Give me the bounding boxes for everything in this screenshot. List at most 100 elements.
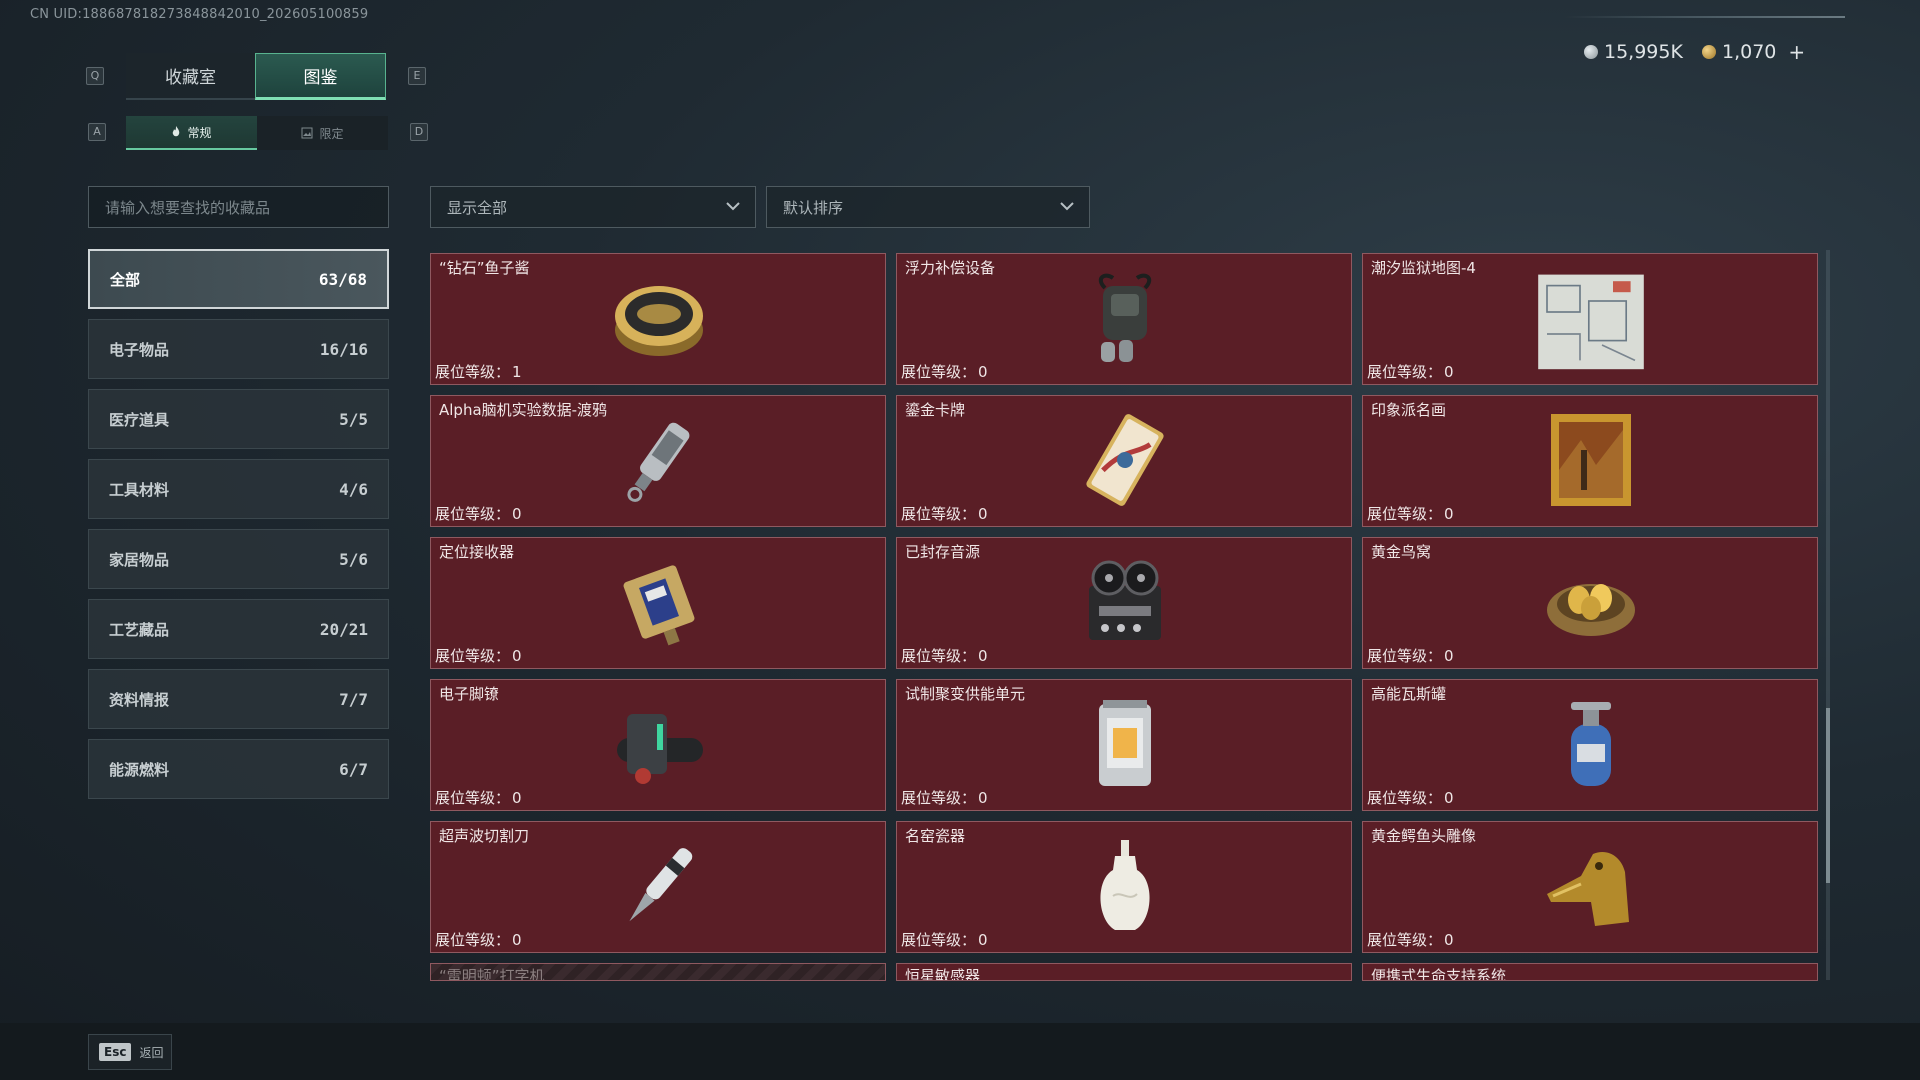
category-label: 工艺藏品 <box>109 620 170 639</box>
item-level: 展位等级： 0 <box>1367 931 1454 949</box>
subtab-limited-label: 限定 <box>319 126 344 141</box>
gas-canister-icon <box>1571 702 1611 786</box>
item-name: 定位接收器 <box>439 543 515 561</box>
item-card[interactable]: 鎏金卡牌 展位等级： 0 <box>896 395 1352 527</box>
category-fuel[interactable]: 能源燃料 6/7 <box>88 739 389 799</box>
subtab-regular-label: 常规 <box>187 125 212 140</box>
item-card[interactable]: 潮汐监狱地图-4 展位等级： 0 <box>1362 253 1818 385</box>
gps-receiver-icon <box>623 565 695 646</box>
item-level: 展位等级： 1 <box>435 363 522 381</box>
category-label: 能源燃料 <box>109 760 170 779</box>
sort-dropdown[interactable]: 默认排序 <box>766 186 1090 228</box>
prison-map-icon <box>1538 274 1644 370</box>
item-card[interactable]: 已封存音源 展位等级： 0 <box>896 537 1352 669</box>
item-name: 超声波切割刀 <box>439 827 530 845</box>
category-crafts[interactable]: 工艺藏品 20/21 <box>88 599 389 659</box>
category-label: 家居物品 <box>109 550 170 569</box>
gold-currency: 1,070 + <box>1702 40 1805 64</box>
top-decor-line <box>1565 16 1845 18</box>
item-card[interactable]: 名窑瓷器 展位等级： 0 <box>896 821 1352 953</box>
item-card[interactable]: 浮力补偿设备 展位等级： 0 <box>896 253 1352 385</box>
item-card-locked[interactable]: “雷明顿”打字机 <box>430 963 886 981</box>
item-name: 鎏金卡牌 <box>905 401 966 419</box>
back-button[interactable]: Esc 返回 <box>88 1034 172 1070</box>
hotkey-next-tab: E <box>408 67 426 85</box>
item-name: 潮汐监狱地图-4 <box>1371 259 1476 277</box>
item-name: 印象派名画 <box>1371 401 1447 419</box>
item-card[interactable]: 黄金鸟窝 展位等级： 0 <box>1362 537 1818 669</box>
buoyancy-device-icon <box>1098 273 1152 362</box>
fusion-cell-icon <box>1099 700 1151 786</box>
item-name: 已封存音源 <box>905 543 981 561</box>
chevron-down-icon <box>1060 202 1074 211</box>
subtab-limited[interactable]: 限定 <box>257 116 388 150</box>
grid-scrollbar-thumb[interactable] <box>1826 708 1830 883</box>
item-card[interactable]: Alpha脑机实验数据-渡鸦 展位等级： 0 <box>430 395 886 527</box>
reel-recorder-icon <box>1089 560 1161 640</box>
search-input[interactable]: 请输入想要查找的收藏品 <box>88 186 389 228</box>
filter-dropdown-value: 显示全部 <box>447 198 508 217</box>
category-count: 20/21 <box>319 619 368 639</box>
item-card[interactable]: 定位接收器 展位等级： 0 <box>430 537 886 669</box>
category-count: 5/5 <box>339 409 368 429</box>
item-card[interactable]: “钻石”鱼子酱 展位等级： 1 <box>430 253 886 385</box>
add-currency-button[interactable]: + <box>1788 40 1805 64</box>
gold-amount: 1,070 <box>1722 41 1777 63</box>
tab-collection-room[interactable]: 收藏室 <box>126 53 255 100</box>
item-card[interactable]: 电子脚镣 展位等级： 0 <box>430 679 886 811</box>
main-tabs: 收藏室 图鉴 <box>126 53 386 100</box>
sub-tabs: 常规 限定 <box>126 116 388 150</box>
category-all[interactable]: 全部 63/68 <box>88 249 389 309</box>
data-drive-icon <box>627 422 690 502</box>
item-level: 展位等级： 0 <box>435 647 522 665</box>
silver-currency: 15,995K <box>1584 40 1683 64</box>
item-name: 恒星敏感器 <box>905 967 981 981</box>
item-level: 展位等级： 0 <box>1367 505 1454 523</box>
category-label: 全部 <box>110 270 141 289</box>
category-electronics[interactable]: 电子物品 16/16 <box>88 319 389 379</box>
category-count: 5/6 <box>339 549 368 569</box>
item-level: 展位等级： 0 <box>1367 363 1454 381</box>
item-name: 黄金鳄鱼头雕像 <box>1371 827 1477 845</box>
sort-dropdown-value: 默认排序 <box>783 198 844 217</box>
caviar-tin-icon <box>615 286 703 356</box>
item-card[interactable]: 便携式生命支持系统 <box>1362 963 1818 981</box>
item-card[interactable]: 超声波切割刀 展位等级： 0 <box>430 821 886 953</box>
chevron-down-icon <box>726 202 740 211</box>
back-label: 返回 <box>139 1045 164 1060</box>
item-name: 名窑瓷器 <box>905 827 966 845</box>
flame-icon <box>173 126 180 137</box>
item-card[interactable]: 试制聚变供能单元 展位等级： 0 <box>896 679 1352 811</box>
category-tools[interactable]: 工具材料 4/6 <box>88 459 389 519</box>
category-label: 资料情报 <box>109 690 170 709</box>
player-uid: CN UID:18868781827384884201​0_2026051008… <box>30 7 369 22</box>
category-label: 电子物品 <box>109 340 170 359</box>
category-household[interactable]: 家居物品 5/6 <box>88 529 389 589</box>
item-level: 展位等级： 0 <box>901 931 988 949</box>
item-name: 浮力补偿设备 <box>905 259 996 277</box>
item-name: “钻石”鱼子酱 <box>439 259 530 277</box>
item-name: “雷明顿”打字机 <box>439 967 545 981</box>
hotkey-next-subtab: D <box>410 123 428 141</box>
gold-coin-icon <box>1702 45 1716 59</box>
item-card[interactable]: 黄金鳄鱼头雕像 展位等级： 0 <box>1362 821 1818 953</box>
filter-dropdown[interactable]: 显示全部 <box>430 186 756 228</box>
gilded-card-icon <box>1086 414 1164 506</box>
category-intel[interactable]: 资料情报 7/7 <box>88 669 389 729</box>
item-level: 展位等级： 0 <box>435 931 522 949</box>
esc-key-label: Esc <box>99 1043 132 1061</box>
ultrasonic-cutter-icon <box>629 848 693 922</box>
item-card[interactable]: 高能瓦斯罐 展位等级： 0 <box>1362 679 1818 811</box>
golden-nest-icon <box>1547 584 1635 636</box>
category-count: 7/7 <box>339 689 368 709</box>
item-card[interactable]: 恒星敏感器 <box>896 963 1352 981</box>
item-level: 展位等级： 0 <box>1367 647 1454 665</box>
category-medical[interactable]: 医疗道具 5/5 <box>88 389 389 449</box>
category-label: 工具材料 <box>109 480 170 499</box>
bottom-bar <box>0 1023 1920 1080</box>
subtab-regular[interactable]: 常规 <box>126 116 257 150</box>
tab-codex[interactable]: 图鉴 <box>255 53 386 100</box>
item-name: Alpha脑机实验数据-渡鸦 <box>439 401 608 419</box>
item-card[interactable]: 印象派名画 展位等级： 0 <box>1362 395 1818 527</box>
ankle-monitor-icon <box>617 714 703 784</box>
